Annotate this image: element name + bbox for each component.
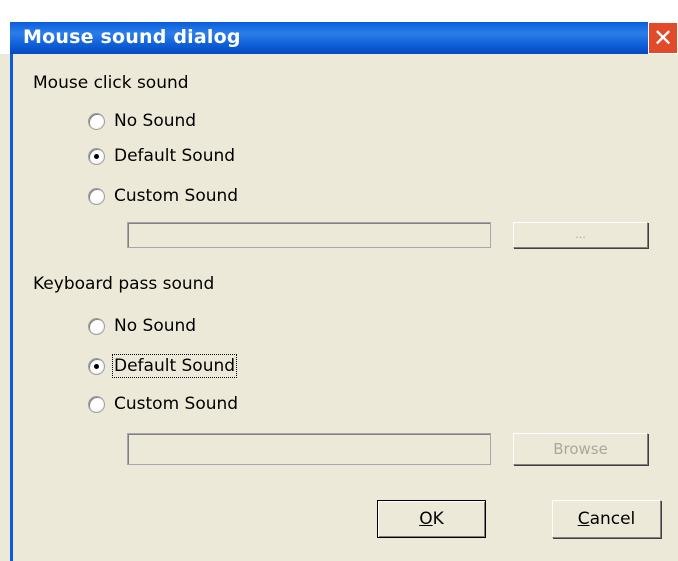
mouse-radio-default-sound[interactable]: Default Sound (88, 145, 235, 167)
keyboard-pass-sound-label: Keyboard pass sound (33, 274, 215, 294)
radio-label: Default Sound (114, 146, 236, 166)
radio-button[interactable] (88, 317, 105, 335)
ok-mnemonic: O (419, 509, 433, 529)
dialog-window: Mouse sound dialog ✕ Mouse click sound N… (0, 0, 678, 561)
window-title: Mouse sound dialog (23, 26, 241, 48)
radio-label: No Sound (114, 111, 197, 131)
cancel-button[interactable]: Cancel (552, 500, 661, 538)
dialog-body: Mouse click sound No Sound Default Sound… (13, 54, 678, 561)
radio-label: Custom Sound (114, 394, 239, 414)
cancel-label-rest: ancel (589, 509, 636, 529)
close-icon: ✕ (652, 24, 674, 52)
keyboard-radio-default-sound[interactable]: Default Sound (88, 354, 238, 378)
radio-button[interactable] (88, 395, 105, 413)
radio-label: Default Sound (111, 354, 238, 378)
cancel-mnemonic: C (577, 509, 590, 529)
keyboard-radio-custom-sound[interactable]: Custom Sound (88, 393, 238, 415)
mouse-browse-button[interactable]: ... (513, 222, 648, 248)
radio-button[interactable] (88, 357, 105, 375)
radio-button[interactable] (88, 112, 105, 130)
keyboard-sound-path-field[interactable] (127, 433, 491, 465)
title-bar-strip[interactable]: Mouse sound dialog ✕ (10, 22, 678, 54)
mouse-sound-path-field[interactable] (127, 222, 491, 248)
radio-button[interactable] (88, 147, 105, 165)
radio-button[interactable] (88, 187, 105, 205)
keyboard-radio-no-sound[interactable]: No Sound (88, 315, 196, 337)
close-button[interactable]: ✕ (648, 22, 678, 54)
mouse-click-sound-label: Mouse click sound (33, 73, 189, 93)
keyboard-browse-button[interactable]: Browse (513, 433, 648, 465)
mouse-radio-custom-sound[interactable]: Custom Sound (88, 185, 238, 207)
ok-label-rest: K (432, 509, 444, 529)
title-bar[interactable]: Mouse sound dialog ✕ (0, 0, 678, 54)
radio-label: Custom Sound (114, 186, 239, 206)
mouse-radio-no-sound[interactable]: No Sound (88, 110, 196, 132)
radio-label: No Sound (114, 316, 197, 336)
ok-button[interactable]: OK (377, 500, 486, 538)
